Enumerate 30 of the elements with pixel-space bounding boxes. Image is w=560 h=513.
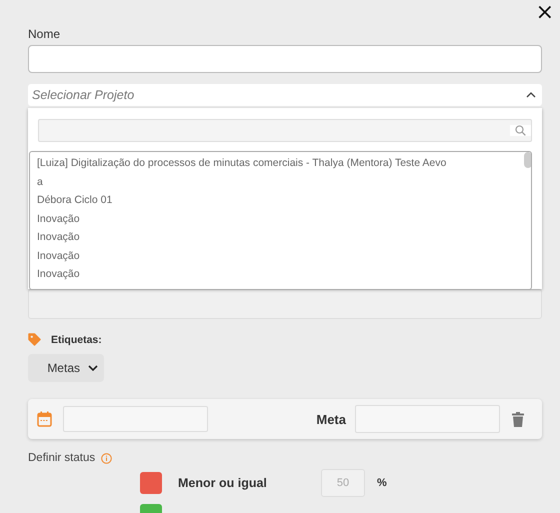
project-option[interactable]: Inovação (37, 228, 519, 246)
status-swatch[interactable] (140, 472, 162, 494)
search-icon (510, 125, 531, 136)
project-select[interactable]: Selecionar Projeto (28, 84, 542, 106)
name-input-field[interactable] (28, 45, 542, 73)
percent-unit: % (377, 477, 387, 489)
tag-icon (28, 333, 41, 346)
close-button[interactable]: × (534, 2, 556, 24)
tag-select[interactable]: Metas (28, 354, 104, 382)
status-condition-label: Menor ou igual (178, 476, 268, 490)
project-option[interactable]: Inovação (37, 265, 519, 284)
search-field[interactable] (38, 119, 532, 142)
status-label: Definir status (28, 452, 96, 464)
project-option[interactable]: Inovação (37, 210, 519, 228)
date-input-field[interactable] (63, 406, 208, 432)
calendar-icon[interactable] (37, 411, 52, 427)
project-option[interactable]: Inovação (37, 246, 519, 265)
info-icon[interactable] (101, 452, 112, 464)
field-label: Nome (28, 27, 62, 43)
scrollbar-thumb[interactable] (524, 152, 531, 168)
project-option[interactable]: [Luiza] Digitalização do processos de minutas comerciais - Thalya (Mentora) Teste Aevo (37, 154, 519, 172)
project-option[interactable]: a (37, 172, 519, 191)
chevron-down-icon (88, 365, 98, 371)
meta-input-field[interactable] (355, 405, 500, 433)
input-field[interactable] (28, 289, 542, 319)
meta-label: Meta (316, 412, 346, 426)
caret-icon (526, 92, 536, 98)
tags-label: Etiquetas: (51, 334, 102, 346)
trash-icon[interactable] (512, 412, 524, 426)
project-option[interactable]: Débora Ciclo 01 (37, 191, 519, 210)
